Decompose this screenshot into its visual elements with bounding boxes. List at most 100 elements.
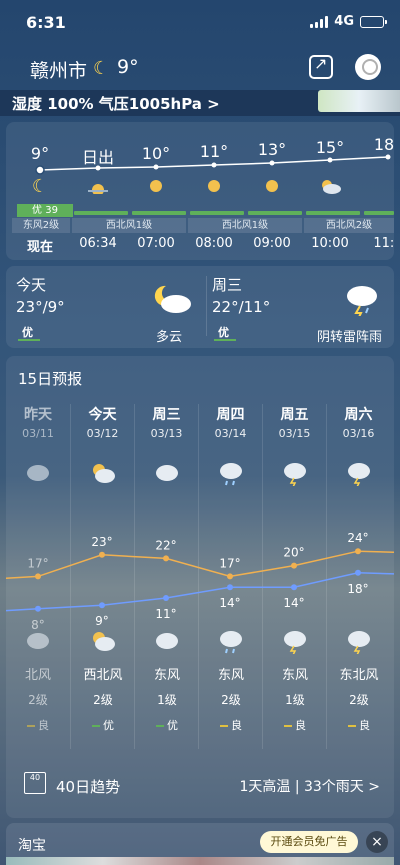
battery-icon <box>360 15 387 28</box>
wind-cell: 西北风2级 <box>304 218 394 233</box>
forecast-date: 03/11 <box>22 427 54 440</box>
today-condition: 多云 <box>156 330 183 345</box>
forecast-aqi: 良 <box>327 717 391 733</box>
high-temp-line-point <box>291 562 297 569</box>
high-temp-label: 17° <box>27 556 48 570</box>
today-title: 今天 <box>16 276 47 294</box>
city-name[interactable]: 赣州市 <box>30 56 87 83</box>
high-temp-line-point <box>355 548 361 555</box>
high-temp-line-point <box>99 551 105 558</box>
ad-banner[interactable]: 淘宝 开通会员免广告 × <box>6 823 394 865</box>
aqi-line <box>306 211 360 215</box>
high-temp-line <box>6 550 394 579</box>
partly-cloudy-icon <box>71 462 135 486</box>
partly-cloudy-icon <box>302 177 358 199</box>
forecast-date: 03/13 <box>150 427 183 440</box>
low-temp-line-point <box>355 569 361 576</box>
status-bar: 6:31 4G <box>0 0 400 44</box>
forecast-wind-level: 2级 <box>93 693 113 707</box>
forecast-date: 03/14 <box>214 427 247 440</box>
hourly-point <box>211 162 217 168</box>
thunder-rain-icon <box>344 282 380 320</box>
hour-temp: 日出 <box>81 148 114 167</box>
forecast-wind-level: 2级 <box>28 693 48 707</box>
forecast-wind-direction: 东北风 <box>339 668 379 683</box>
high-temp-label: 17° <box>219 556 240 570</box>
moon-icon: ☾ <box>31 176 49 197</box>
low-temp-label: 18° <box>347 582 368 596</box>
wind-cell: 西北风1级 <box>188 218 302 233</box>
fifteen-day-forecast[interactable]: 15日预报 昨天 03/11 北风 2级良 今天 03/12 西北风 2级优 周三 03/13 东风… <box>6 356 394 818</box>
forty-day-trend[interactable]: 40 40日趋势 1天高温 | 33个雨天 > <box>6 764 394 808</box>
aqi-line <box>190 211 244 215</box>
forecast-date: 03/12 <box>86 427 119 440</box>
divider <box>206 276 207 336</box>
forecast-day-label: 周五 <box>280 407 309 423</box>
aqi-line <box>364 211 394 215</box>
hour-time: 08:00 <box>195 236 233 251</box>
hour-time: 10:00 <box>311 236 349 251</box>
share-button[interactable] <box>309 54 333 79</box>
trend-summary: 1天高温 | 33个雨天 > <box>239 779 380 795</box>
forecast-aqi-label: 优 <box>103 719 114 732</box>
remove-ads-button[interactable]: 开通会员免广告 <box>260 831 358 853</box>
status-indicators: 4G <box>310 14 387 29</box>
forecast-aqi: 优 <box>135 717 199 733</box>
forecast-wind-level: 2级 <box>221 693 241 707</box>
sun-icon <box>128 177 184 199</box>
forecast-wind-direction: 西北风 <box>83 668 123 683</box>
forecast-aqi: 优 <box>71 717 135 733</box>
low-temp-line-point <box>163 595 169 601</box>
today-aqi: 优 <box>22 326 33 339</box>
forecast-wind-direction: 东风 <box>217 668 244 683</box>
humidity-pressure-bar[interactable]: 湿度 100% 气压1005hPa > <box>0 90 400 116</box>
partly-cloudy-icon <box>152 280 192 318</box>
forecast-day-label: 周四 <box>216 407 245 423</box>
temperature-trend-chart: 17° 8° 23° 9° 22° 11° 17° 14° 20° 14° 24° 18° <box>6 531 394 632</box>
thunder-rain-icon <box>327 462 391 486</box>
tomorrow-condition: 阴转雷阵雨 <box>317 330 383 345</box>
close-icon[interactable]: × <box>366 831 388 853</box>
tomorrow-title: 周三 <box>212 276 243 294</box>
sun-icon <box>186 177 242 199</box>
sunrise-icon <box>70 178 126 198</box>
hour-temp: 13° <box>257 140 287 159</box>
forecast-aqi: 良 <box>199 717 263 733</box>
forecast-date: 03/15 <box>278 427 311 440</box>
aqi-line <box>132 211 186 215</box>
hourly-point-now <box>35 165 45 175</box>
aqi-line <box>74 211 128 215</box>
low-temp-line-point <box>99 602 105 609</box>
low-temp-label: 14° <box>219 596 240 610</box>
trend-label: 40日趋势 <box>56 778 121 796</box>
forecast-aqi-label: 良 <box>359 719 370 732</box>
signal-icon <box>310 15 329 28</box>
hour-time: 06:34 <box>79 236 117 251</box>
hour-time: 现在 <box>26 240 53 255</box>
low-temp-label: 14° <box>283 596 304 610</box>
hourly-point <box>327 157 333 163</box>
forecast-wind-direction: 东风 <box>153 668 180 683</box>
low-temp-label: 11° <box>155 607 176 621</box>
forecast-wind-level: 1级 <box>285 693 305 707</box>
trend-chart-icon: 40 <box>24 772 46 794</box>
low-temp-line-point <box>291 584 297 591</box>
forecast-aqi: 良 <box>6 717 70 733</box>
forecast-aqi-label: 良 <box>231 719 242 732</box>
high-temp-label: 22° <box>155 538 176 552</box>
hour-temp: 10° <box>141 144 171 163</box>
humidity-pressure-text: 湿度 100% 气压1005hPa > <box>12 95 220 113</box>
hourly-forecast[interactable]: 9° 日出 10° 11° 13° 15° 18° ☾ 优 39 东风2级 西北… <box>6 122 394 260</box>
today-tomorrow-card[interactable]: 今天 23°/9° 优 多云 周三 22°/11° 优 阴转雷阵雨 <box>6 266 394 348</box>
ad-image-strip[interactable] <box>6 857 394 865</box>
low-temp-label: 8° <box>31 618 45 632</box>
hour-temp: 15° <box>315 138 345 157</box>
tomorrow-temp: 22°/11° <box>212 298 271 316</box>
today-temp: 23°/9° <box>16 298 65 316</box>
aqi-badge[interactable]: 优 39 <box>17 204 73 217</box>
banner-thumbnail[interactable] <box>318 90 400 112</box>
network-label: 4G <box>334 14 354 29</box>
hour-time: 07:00 <box>137 236 175 251</box>
avatar-button[interactable] <box>355 54 381 80</box>
wind-cell: 东风2级 <box>12 218 70 233</box>
